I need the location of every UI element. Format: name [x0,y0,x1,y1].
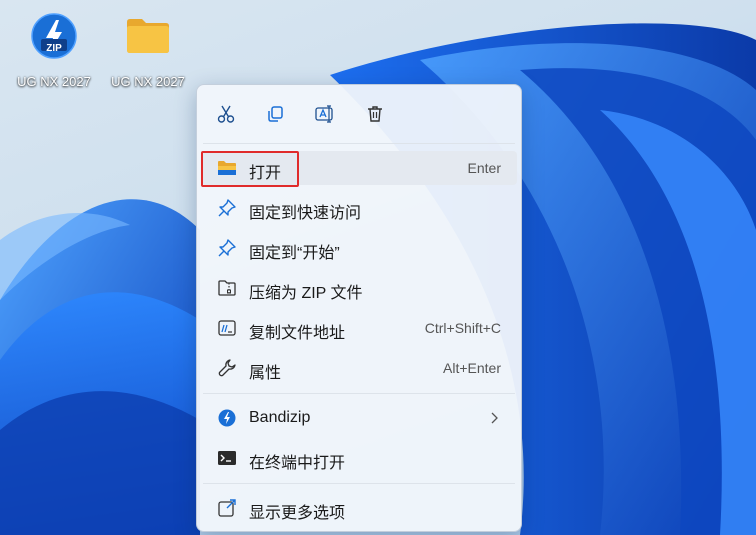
copy-button[interactable] [260,99,290,129]
cut-icon [217,105,235,123]
bandizip-icon [218,409,236,427]
menu-item-shortcut: Ctrl+Shift+C [424,320,501,336]
chevron-right-icon [491,412,498,424]
menu-item-label: 复制文件地址 [249,325,346,342]
desktop-icon-label: UG NX 2027 [111,74,185,89]
menu-item-copy-path[interactable]: 复制文件地址 Ctrl+Shift+C [201,311,517,345]
menu-item-label: Bandizip [249,409,311,426]
more-options-icon [218,499,236,517]
menu-item-label: 固定到快速访问 [249,205,362,222]
menu-item-properties[interactable]: 属性 Alt+Enter [201,351,517,385]
menu-item-label: 属性 [249,365,282,382]
menu-item-compress-zip[interactable]: 压缩为 ZIP 文件 [201,271,517,305]
menu-separator [203,393,515,394]
menu-item-bandizip[interactable]: Bandizip [201,401,517,435]
zip-badge: ZIP [46,43,62,54]
copy-icon [268,106,283,122]
context-menu: 打开 Enter 固定到快速访问 固定到“开始” 压缩为 ZIP 文件 复制文件… [196,84,522,532]
menu-separator [203,483,515,484]
menu-item-label: 固定到“开始” [249,245,340,262]
menu-item-label: 在终端中打开 [249,455,346,472]
folder-icon [127,19,169,53]
menu-item-show-more-options[interactable]: 显示更多选项 [201,491,517,525]
context-toolbar [197,85,521,143]
desktop-icon-zip[interactable]: ZIP UG NX 2027 [8,8,100,92]
delete-button[interactable] [360,99,390,129]
rename-button[interactable] [310,99,340,129]
rename-icon [315,105,333,123]
menu-item-shortcut: Alt+Enter [443,360,501,376]
menu-item-pin-quick-access[interactable]: 固定到快速访问 [201,191,517,225]
desktop-icon-label: UG NX 2027 [17,74,91,89]
desktop: ZIP UG NX 2027 UG NX 2027 打开 Enter 固定到快速… [0,0,756,535]
menu-item-shortcut: Enter [467,160,501,176]
desktop-icon-folder[interactable]: UG NX 2027 [102,8,194,92]
menu-item-label: 压缩为 ZIP 文件 [249,285,363,302]
delete-icon [368,106,382,122]
terminal-icon [218,451,236,465]
copy-path-icon [218,320,236,336]
wrench-icon [218,359,236,377]
pin-icon [218,199,236,217]
highlight-box [201,151,299,187]
menu-item-open-terminal[interactable]: 在终端中打开 [201,441,517,475]
zip-folder-icon [218,280,236,296]
menu-separator [203,143,515,144]
pin-icon [218,239,236,257]
menu-item-pin-start[interactable]: 固定到“开始” [201,231,517,265]
menu-item-label: 显示更多选项 [249,505,346,522]
cut-button[interactable] [211,99,241,129]
